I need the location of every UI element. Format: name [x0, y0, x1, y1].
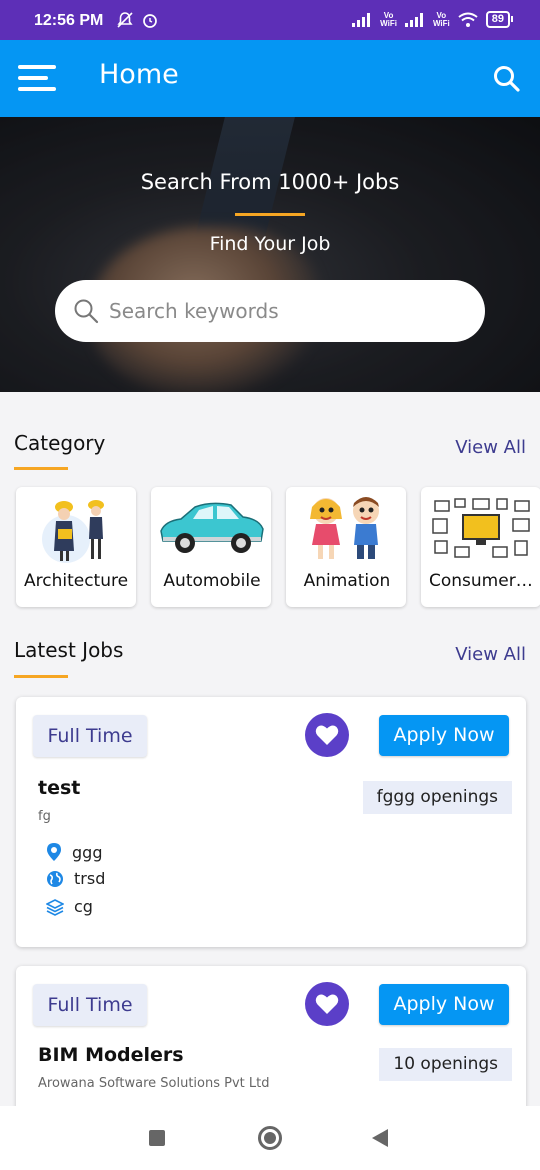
job-category-text: cg	[74, 897, 93, 916]
job-card[interactable]: Full Time Apply Now test fg fggg opening…	[16, 697, 526, 947]
wifi-icon	[458, 12, 478, 27]
job-type-badge: Full Time	[33, 984, 147, 1026]
electronics-icon	[432, 498, 530, 558]
keyword-search-box[interactable]	[55, 280, 485, 342]
heart-icon	[315, 725, 339, 745]
job-location-text: ggg	[72, 842, 103, 862]
job-title: test	[38, 777, 81, 799]
hero-title: Search From 1000+ Jobs	[140, 170, 400, 194]
job-title: BIM Modelers	[38, 1044, 184, 1066]
favorite-button[interactable]	[305, 713, 349, 757]
battery-indicator: 89	[485, 11, 514, 28]
latest-jobs-underline	[14, 675, 68, 678]
job-type-badge: Full Time	[33, 715, 147, 757]
category-underline	[14, 467, 68, 470]
system-nav-bar	[0, 1106, 540, 1170]
app-bar: Home	[0, 40, 540, 117]
category-card-consumer-electronics[interactable]: Consumer Electronics	[421, 487, 540, 607]
job-region-text: trsd	[74, 869, 106, 888]
status-time: 12:56 PM	[34, 12, 104, 29]
job-card[interactable]: Full Time Apply Now BIM Modelers Arowana…	[16, 966, 526, 1126]
signal-icon	[352, 12, 371, 27]
apply-now-button[interactable]: Apply Now	[379, 715, 509, 756]
apply-now-button[interactable]: Apply Now	[379, 984, 509, 1025]
category-card-animation[interactable]: Animation	[286, 487, 406, 607]
cartoon-kids-icon	[310, 497, 379, 559]
category-label: Consumer Electronics	[429, 571, 535, 591]
job-company: fg	[38, 809, 51, 824]
category-label: Architecture	[24, 571, 129, 591]
heart-icon	[315, 994, 339, 1014]
page-title: Home	[99, 59, 179, 90]
hero-subtitle: Find Your Job	[209, 233, 331, 255]
job-category: cg	[46, 897, 93, 916]
location-pin-icon	[47, 843, 61, 861]
hamburger-menu-icon[interactable]	[18, 65, 56, 92]
alarm-icon	[143, 14, 157, 28]
car-icon	[160, 502, 264, 553]
openings-badge: 10 openings	[379, 1048, 512, 1081]
latest-jobs-heading: Latest Jobs	[14, 638, 124, 662]
favorite-button[interactable]	[305, 982, 349, 1026]
latest-jobs-view-all-link[interactable]: View All	[455, 644, 526, 665]
openings-badge: fggg openings	[362, 781, 512, 814]
search-input[interactable]	[109, 292, 469, 330]
vowifi-label-2: Vo WiFi	[432, 10, 450, 28]
notification-off-icon	[117, 12, 133, 28]
signal-icon-2	[404, 12, 423, 27]
hero-banner: Search From 1000+ Jobs Find Your Job	[0, 117, 540, 392]
home-button[interactable]	[258, 1126, 282, 1150]
category-card-automobile[interactable]: Automobile	[151, 487, 271, 607]
architect-women-icon	[42, 500, 104, 563]
job-company: Arowana Software Solutions Pvt Ltd	[38, 1076, 270, 1091]
category-label: Automobile	[163, 571, 261, 591]
vowifi-label: Vo WiFi	[380, 10, 397, 28]
recent-apps-button[interactable]	[149, 1130, 165, 1146]
category-label: Animation	[303, 571, 391, 591]
status-bar: 12:56 PM Vo WiFi Vo WiFi 89	[0, 0, 540, 40]
hero-divider	[235, 213, 305, 216]
globe-icon	[47, 870, 63, 887]
category-heading: Category	[14, 431, 106, 455]
back-button[interactable]	[372, 1129, 388, 1147]
category-view-all-link[interactable]: View All	[455, 437, 526, 458]
search-icon	[74, 299, 99, 324]
job-location: ggg	[46, 842, 102, 862]
layers-icon	[46, 898, 64, 916]
job-region: trsd	[46, 869, 105, 888]
search-icon[interactable]	[493, 65, 520, 92]
category-card-architecture[interactable]: Architecture	[16, 487, 136, 607]
